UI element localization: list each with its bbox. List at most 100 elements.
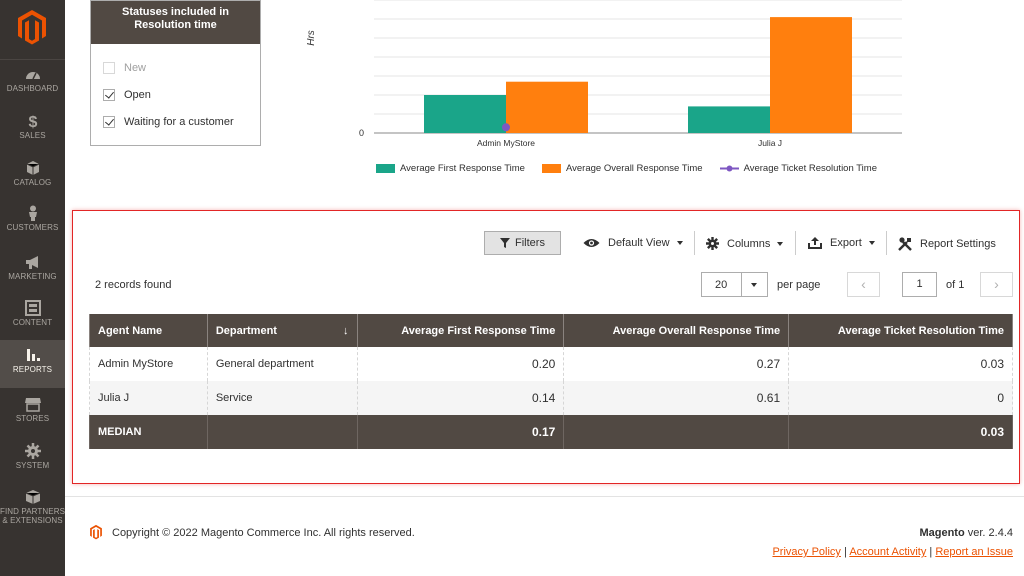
status-new: New <box>103 62 146 74</box>
per-page-label: per page <box>777 279 821 291</box>
col-overall-response[interactable]: Average Overall Response Time <box>563 314 790 347</box>
page-of-label: of 1 <box>946 279 965 291</box>
export-icon <box>808 237 822 249</box>
admin-sidebar: DASHBOARD $ SALES CATALOG CUSTOMERS MARK… <box>0 0 65 576</box>
filters-button[interactable]: Filters <box>484 231 561 255</box>
report-grid-panel: Filters Default View Columns Export Repo… <box>72 210 1020 484</box>
nav-content[interactable]: CONTENT <box>0 300 65 327</box>
nav-stores[interactable]: STORES <box>0 396 65 423</box>
cell-department: Service <box>206 381 358 415</box>
box-icon <box>25 490 40 504</box>
footer-cell <box>206 415 358 449</box>
chevron-down-icon <box>676 241 683 245</box>
svg-text:$: $ <box>28 114 37 129</box>
statuses-header: Statuses included in Resolution time <box>91 1 260 44</box>
legend-swatch-resolution <box>719 165 739 172</box>
filter-icon <box>500 238 511 248</box>
nav-catalog[interactable]: CATALOG <box>0 160 65 187</box>
col-resolution[interactable]: Average Ticket Resolution Time <box>788 314 1013 347</box>
footer-cell <box>563 415 790 449</box>
report-settings-button[interactable]: Report Settings <box>898 237 996 251</box>
chart-y-tick-zero: 0 <box>359 128 364 138</box>
nav-reports[interactable]: REPORTS <box>0 340 65 388</box>
per-page-select[interactable]: 20 <box>701 272 768 297</box>
cell-first-response: 0.20 <box>356 347 565 381</box>
default-view-dropdown[interactable]: Default View <box>583 237 683 249</box>
store-icon <box>24 398 41 412</box>
dashboard-icon <box>25 72 40 80</box>
magento-logo <box>90 524 102 540</box>
bar-chart-icon <box>26 349 40 361</box>
cell-first-response: 0.14 <box>356 381 565 415</box>
next-page-button[interactable]: › <box>980 272 1013 297</box>
col-first-response[interactable]: Average First Response Time <box>356 314 565 347</box>
export-dropdown[interactable]: Export <box>808 237 875 249</box>
account-activity-link[interactable]: Account Activity <box>849 546 926 558</box>
privacy-policy-link[interactable]: Privacy Policy <box>772 546 840 558</box>
col-agent-name[interactable]: Agent Name <box>89 314 208 347</box>
chart-x-tick-label: Julia J <box>758 138 782 148</box>
status-waiting-checkbox[interactable] <box>103 116 115 128</box>
copyright-text: Copyright © 2022 Magento Commerce Inc. A… <box>112 527 415 539</box>
cell-agent: Julia J <box>89 381 208 415</box>
status-open-checkbox[interactable] <box>103 89 115 101</box>
prev-page-button[interactable]: ‹ <box>847 272 880 297</box>
megaphone-icon <box>25 256 38 269</box>
cell-resolution: 0.03 <box>788 347 1013 381</box>
chart-point[interactable] <box>502 123 510 132</box>
chart-legend: Average First Response Time Average Over… <box>376 163 894 174</box>
cube-icon <box>26 161 39 175</box>
columns-dropdown[interactable]: Columns <box>706 237 784 250</box>
cell-resolution: 0 <box>788 381 1013 415</box>
page-number-input[interactable]: 1 <box>902 272 937 297</box>
chevron-down-icon <box>751 283 757 287</box>
statuses-panel: Statuses included in Resolution time New… <box>90 0 261 146</box>
chart-bar[interactable] <box>506 81 588 133</box>
chart-y-axis-label: Hrs <box>306 30 317 46</box>
report-issue-link[interactable]: Report an Issue <box>935 546 1013 558</box>
table-row: Admin MyStore General department 0.20 0.… <box>89 347 1013 381</box>
table-header-row: Agent Name Department ↓ Average First Res… <box>89 314 1013 347</box>
footer-links: Privacy Policy | Account Activity | Repo… <box>772 546 1013 558</box>
table-row: Julia J Service 0.14 0.61 0 <box>89 381 1013 415</box>
nav-customers[interactable]: CUSTOMERS <box>0 205 65 232</box>
nav-dashboard[interactable]: DASHBOARD <box>0 66 65 93</box>
legend-overall-response[interactable]: Average Overall Response Time <box>541 163 703 174</box>
nav-sales[interactable]: $ SALES <box>0 113 65 140</box>
table-footer-row: MEDIAN 0.17 0.03 <box>89 415 1013 449</box>
eye-icon <box>583 239 600 247</box>
person-icon <box>28 205 37 221</box>
nav-system[interactable]: SYSTEM <box>0 443 65 470</box>
dollar-icon: $ <box>28 114 37 129</box>
gear-icon <box>24 443 41 459</box>
response-time-chart: Hrs 0 Admin MyStore Julia J <box>306 0 902 148</box>
footer-resolution: 0.03 <box>788 415 1013 449</box>
sort-arrow-icon: ↓ <box>343 324 349 337</box>
legend-resolution[interactable]: Average Ticket Resolution Time <box>719 163 877 174</box>
chart-bar[interactable] <box>424 95 506 133</box>
cell-department: General department <box>206 347 358 381</box>
page-footer: Copyright © 2022 Magento Commerce Inc. A… <box>65 497 1024 576</box>
legend-swatch-overall <box>541 164 561 173</box>
magento-logo[interactable] <box>16 8 48 46</box>
chevron-down-icon <box>868 241 875 245</box>
col-department[interactable]: Department ↓ <box>206 314 358 347</box>
status-open[interactable]: Open <box>103 89 151 101</box>
cell-agent: Admin MyStore <box>89 347 208 381</box>
legend-first-response[interactable]: Average First Response Time <box>376 163 525 174</box>
chart-x-tick-label: Admin MyStore <box>477 138 535 148</box>
nav-find-partners[interactable]: FIND PARTNERS & EXTENSIONS <box>0 489 65 525</box>
version-text: Magento ver. 2.4.4 <box>919 527 1013 539</box>
per-page-toggle[interactable] <box>741 273 767 296</box>
cell-overall-response: 0.61 <box>563 381 790 415</box>
footer-first-response: 0.17 <box>356 415 565 449</box>
nav-marketing[interactable]: MARKETING <box>0 254 65 281</box>
status-waiting[interactable]: Waiting for a customer <box>103 116 234 128</box>
cell-overall-response: 0.27 <box>563 347 790 381</box>
status-new-checkbox <box>103 62 115 74</box>
agents-table: Agent Name Department ↓ Average First Res… <box>89 314 1013 449</box>
tools-icon <box>898 237 912 251</box>
chart-bar[interactable] <box>770 17 852 134</box>
footer-median-label: MEDIAN <box>89 415 208 449</box>
chart-bar[interactable] <box>688 106 770 133</box>
